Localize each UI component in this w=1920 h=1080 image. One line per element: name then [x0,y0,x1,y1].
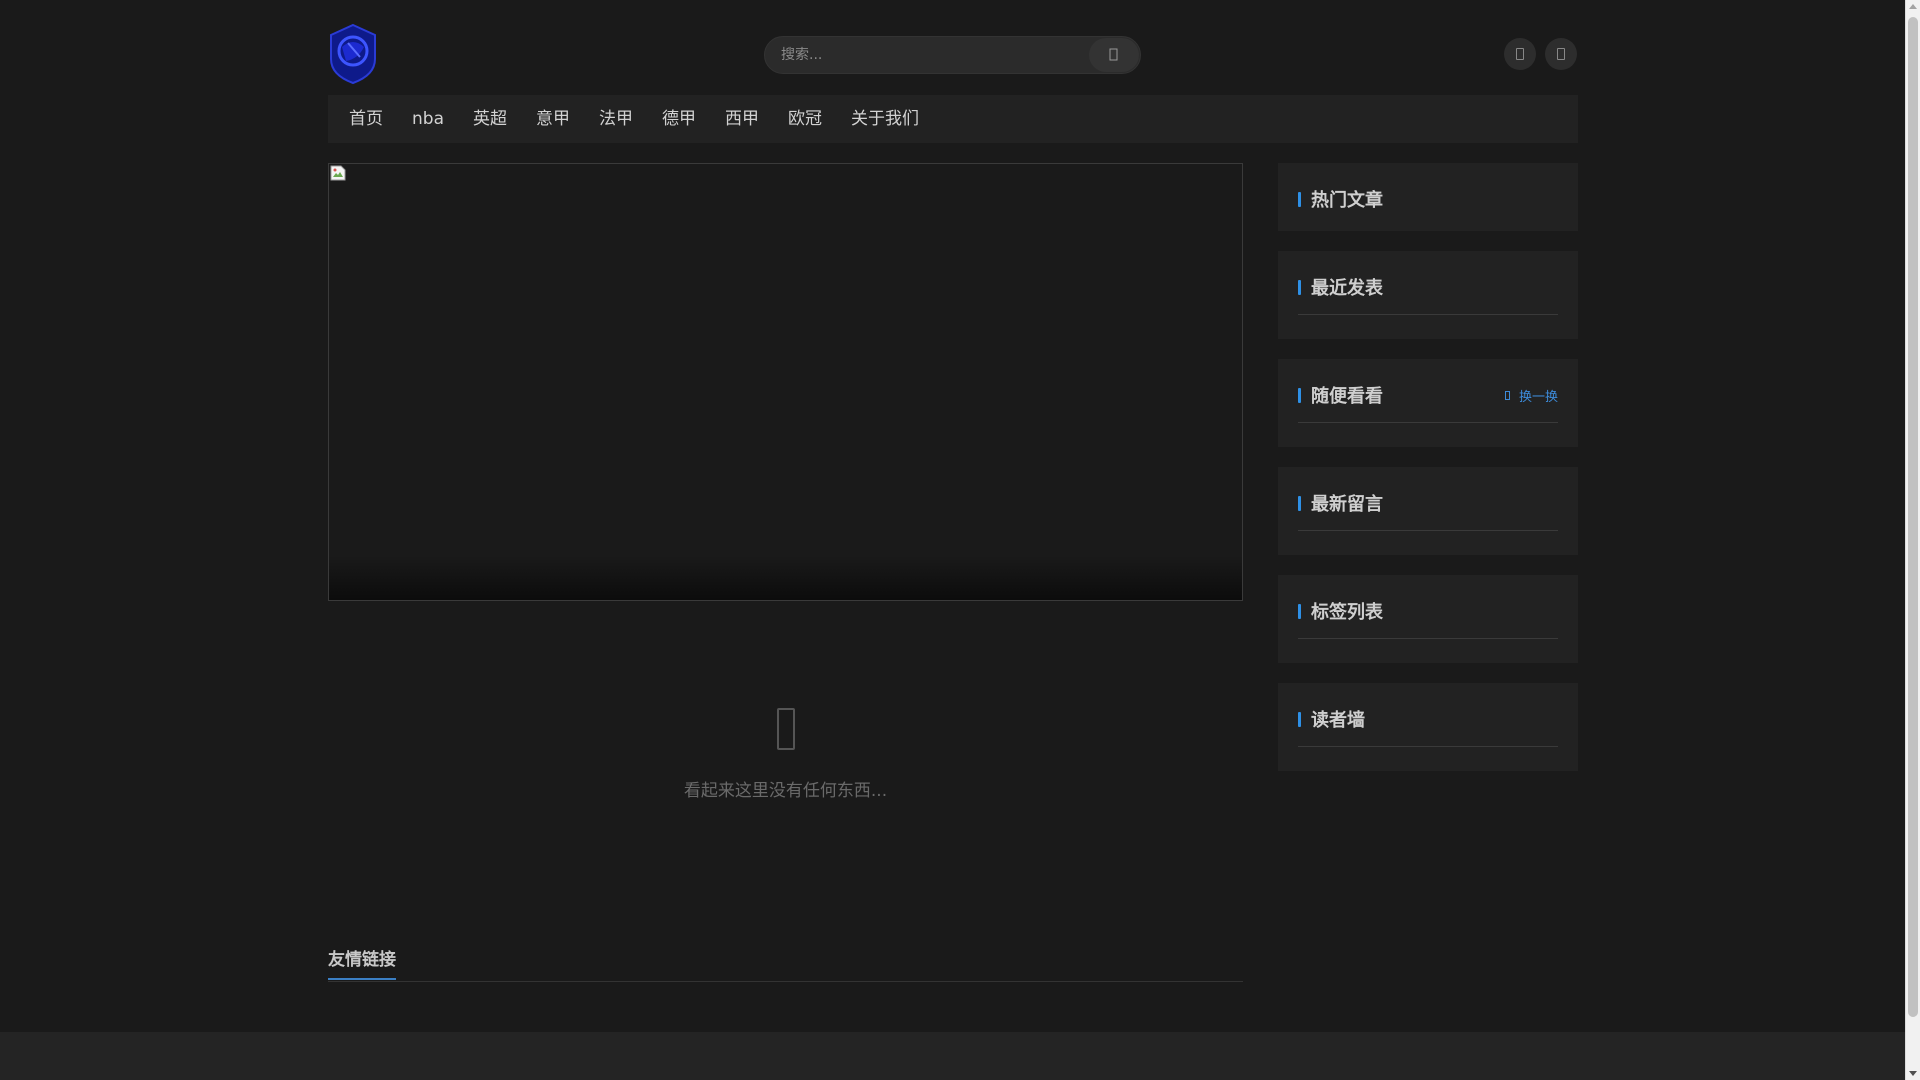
scroll-down-icon[interactable] [1909,1071,1917,1076]
widget-latest-comments: 最新留言 [1278,467,1578,555]
broken-image-icon [330,165,346,181]
title-accent-bar [1298,387,1301,403]
main-content: 看起来这里没有任何东西... 友情链接 [328,163,1243,982]
title-accent-bar [1298,495,1301,511]
nav-item-home[interactable]: 首页 [349,95,383,143]
nav-item-ligue-1[interactable]: 法甲 [599,95,633,143]
title-accent-bar [1298,603,1301,619]
empty-state-text: 看起来这里没有任何东西... [683,781,888,801]
nav-item-nba[interactable]: nba [412,95,444,143]
sidebar: 热门文章 最近发表 随便看看 换一换 最新留言 标签列表 读者墙 [1278,163,1578,791]
nav-item-premier-league[interactable]: 英超 [473,95,507,143]
empty-box-icon [776,708,795,750]
nav-item-serie-a[interactable]: 意甲 [536,95,570,143]
main-nav: 首页 nba 英超 意甲 法甲 德甲 西甲 欧冠 关于我们 [328,95,1578,143]
site-header [328,0,1578,95]
nav-item-about-us[interactable]: 关于我们 [851,95,919,143]
widget-title: 随便看看 [1311,386,1383,407]
refresh-button[interactable]: 换一换 [1504,386,1558,405]
widget-title: 最新留言 [1311,494,1383,515]
theme-toggle-icon [1516,48,1524,60]
scroll-up-icon[interactable] [1909,4,1917,9]
title-accent-bar [1298,711,1301,727]
widget-hot-articles: 热门文章 [1278,163,1578,231]
friend-links: 友情链接 [328,945,1243,982]
nav-item-bundesliga[interactable]: 德甲 [662,95,696,143]
scrollbar-thumb[interactable] [1908,17,1918,1017]
widget-title: 热门文章 [1311,190,1383,211]
refresh-label: 换一换 [1518,390,1558,405]
widget-recent-posts: 最近发表 [1278,251,1578,339]
widget-title: 标签列表 [1311,602,1383,623]
widget-title: 读者墙 [1311,710,1365,731]
user-button[interactable] [1545,38,1577,70]
widget-tag-list: 标签列表 [1278,575,1578,663]
refresh-icon [1504,391,1510,400]
nav-item-champions-league[interactable]: 欧冠 [788,95,822,143]
search-icon [1109,48,1118,61]
widget-random-look: 随便看看 换一换 [1278,359,1578,447]
title-accent-bar [1298,279,1301,295]
search-box [764,36,1141,74]
user-icon [1557,48,1565,60]
page: 首页 nba 英超 意甲 法甲 德甲 西甲 欧冠 关于我们 看起来这里没有任何东… [0,0,1905,1080]
search-button[interactable] [1089,38,1139,72]
banner-caption-shade [329,555,1242,600]
site-footer [0,1032,1905,1080]
nav-item-la-liga[interactable]: 西甲 [725,95,759,143]
widget-title: 最近发表 [1311,278,1383,299]
site-logo[interactable] [328,23,378,85]
friend-links-title: 友情链接 [328,945,396,980]
theme-toggle-button[interactable] [1504,38,1536,70]
title-accent-bar [1298,191,1301,207]
page-scrollbar[interactable] [1905,0,1920,1080]
search-input[interactable] [765,37,1085,73]
widget-readers-wall: 读者墙 [1278,683,1578,771]
empty-state: 看起来这里没有任何东西... [328,708,1243,801]
banner-slider[interactable] [328,163,1243,601]
